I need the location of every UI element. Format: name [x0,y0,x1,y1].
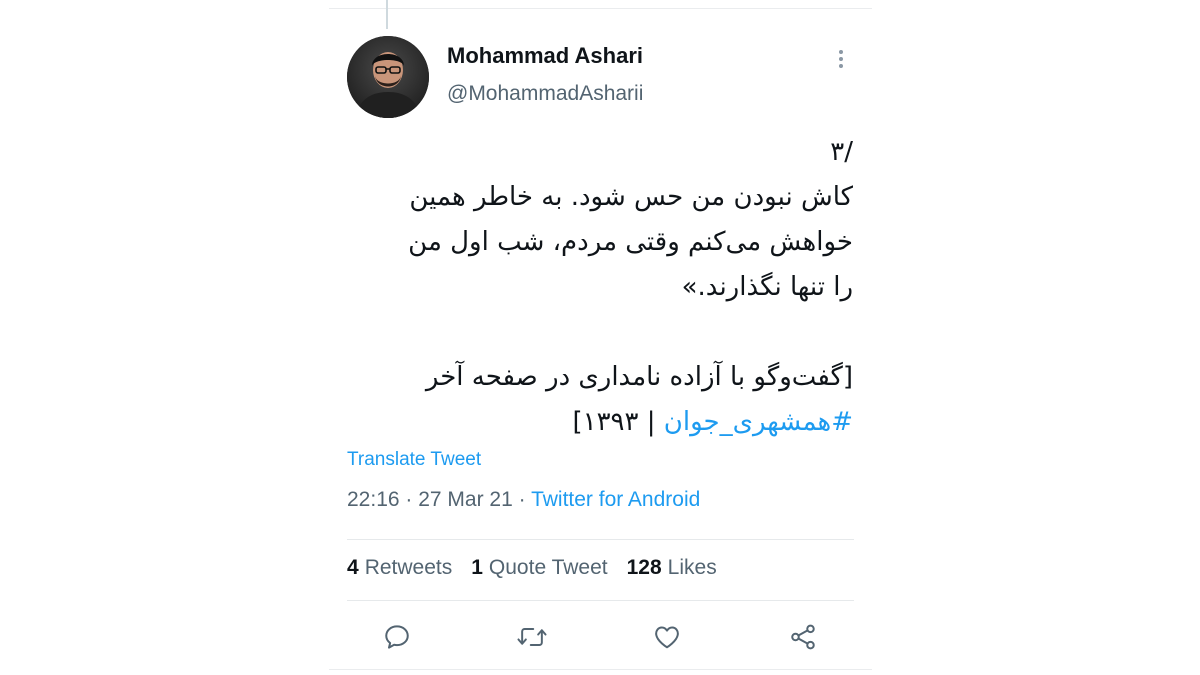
quote-tweets-stat[interactable]: 1 Quote Tweet [471,556,607,580]
tweet-line: #همشهری_جوان | ۱۳۹۳] [347,400,853,445]
tweet-line: [گفت‌وگو با آزاده نامداری در صفحه آخر [425,362,853,392]
author-display-name[interactable]: Mohammad Ashari [447,43,643,69]
tweet-line: را تنها نگذارند.» [681,272,853,302]
tweet-timestamp[interactable]: 22:16 · 27 Mar 21 · [347,488,531,511]
thread-connector-line [386,0,388,29]
share-icon [791,624,815,650]
likes-count: 128 [626,556,662,579]
share-button[interactable] [785,619,821,655]
retweets-count: 4 [347,556,359,579]
tweet-line: /۳ [830,137,853,167]
tweet-line-tail: | ۱۳۹۳] [572,407,664,437]
like-button[interactable] [649,619,685,655]
more-vertical-icon [839,50,843,54]
likes-stat[interactable]: 128 Likes [627,556,717,580]
divider [347,600,854,601]
tweet-line: خواهش می‌کنم وقتی مردم، شب اول من [408,227,853,257]
retweets-stat[interactable]: 4 Retweets [347,556,452,580]
retweets-label: Retweets [364,556,453,579]
reply-icon [385,625,409,649]
bottom-divider [329,669,872,670]
divider [347,539,854,540]
translate-tweet-link[interactable]: Translate Tweet [347,449,481,471]
tweet-action-bar [329,619,872,655]
tweet-stats: 4 Retweets 1 Quote Tweet 128 Likes [347,556,717,580]
avatar[interactable] [347,36,429,118]
retweet-icon [517,628,547,646]
tweet-text: /۳ کاش نبودن من حس شود. به خاطر همین خوا… [347,130,853,445]
retweet-button[interactable] [514,619,550,655]
tweet-line: کاش نبودن من حس شود. به خاطر همین [409,182,853,212]
author-handle[interactable]: @MohammadAsharii [447,82,643,106]
top-divider [329,8,872,9]
tweet-source-link[interactable]: Twitter for Android [531,488,700,511]
tweet-card: Mohammad Ashari @MohammadAsharii /۳ کاش … [329,0,872,675]
more-options-button[interactable] [829,44,853,74]
avatar-photo [347,36,429,118]
heart-icon [655,626,679,649]
likes-label: Likes [667,556,717,579]
tweet-meta: 22:16 · 27 Mar 21 · Twitter for Android [347,488,700,512]
hashtag-link[interactable]: #همشهری_جوان [664,407,853,437]
reply-button[interactable] [379,619,415,655]
quote-tweets-count: 1 [471,556,483,579]
quote-tweets-label: Quote Tweet [488,556,608,579]
